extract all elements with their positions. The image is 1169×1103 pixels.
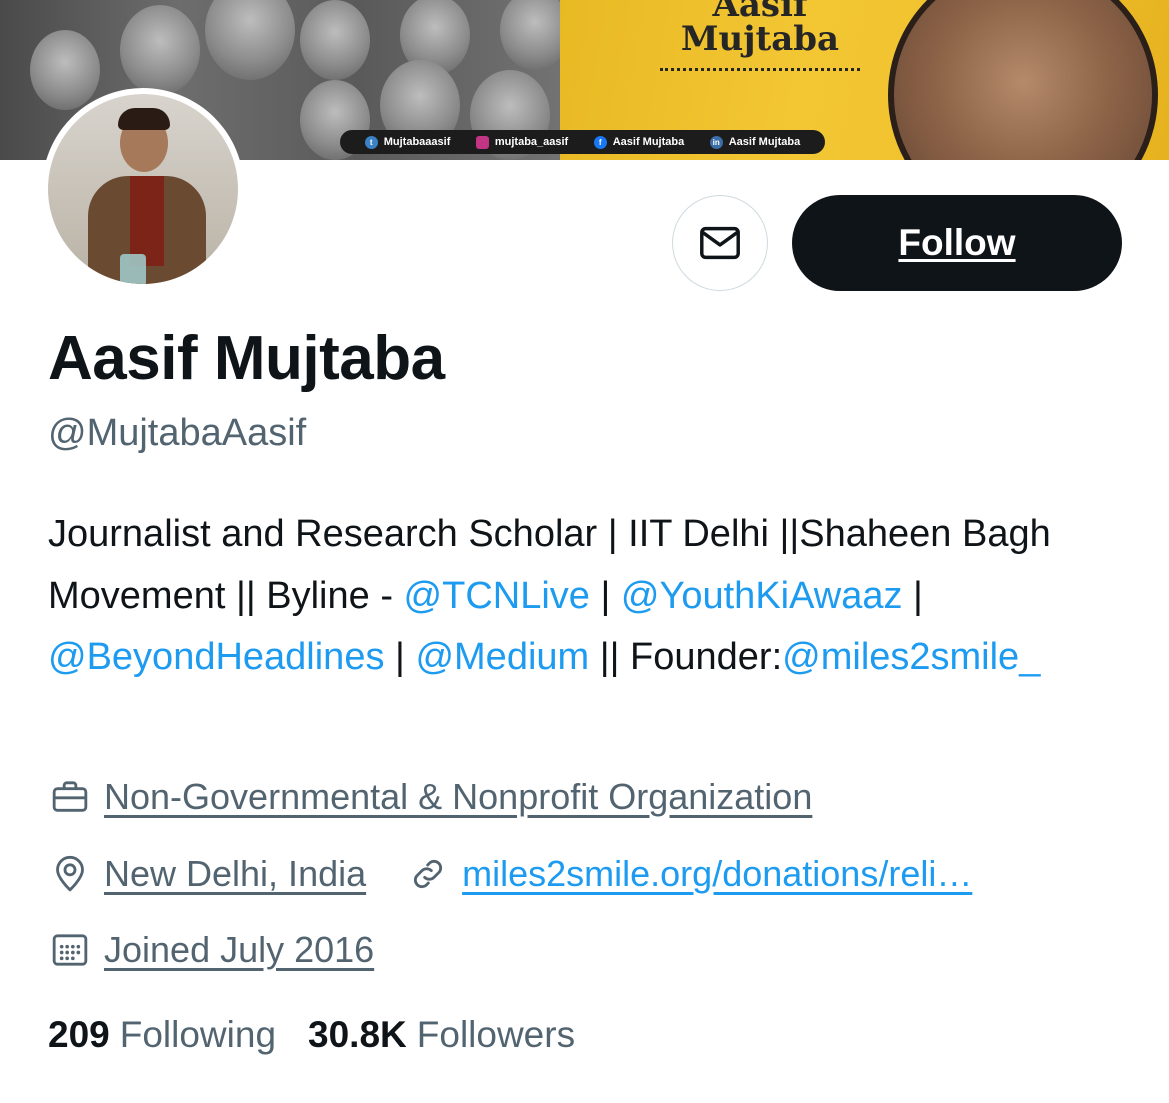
calendar-icon <box>48 928 92 972</box>
profile-website-link[interactable]: miles2smile.org/donations/reli… <box>462 853 972 895</box>
profile-stats: 209 Following 30.8K Followers <box>48 1014 575 1056</box>
banner-name-line2: Mujtaba <box>680 19 840 59</box>
mention-youthkiawaaz[interactable]: @YouthKiAwaaz <box>621 575 903 617</box>
banner-social-linkedin: in Aasif Mujtaba <box>709 135 800 149</box>
followers-count: 30.8K <box>308 1014 407 1055</box>
profile-avatar[interactable] <box>42 88 244 290</box>
followers-stat[interactable]: 30.8K Followers <box>308 1014 575 1056</box>
mail-icon <box>700 226 740 260</box>
mention-beyondheadlines[interactable]: @BeyondHeadlines <box>48 636 384 678</box>
banner-title: Aasif Mujtaba <box>640 0 880 56</box>
display-name: Aasif Mujtaba <box>48 324 445 393</box>
website-item: miles2smile.org/donations/reli… <box>406 852 972 896</box>
following-stat[interactable]: 209 Following <box>48 1014 276 1056</box>
twitter-icon: t <box>364 135 378 149</box>
facebook-icon: f <box>593 135 607 149</box>
banner-portrait-illustration <box>888 0 1158 160</box>
profile-bio: Journalist and Research Scholar | IIT De… <box>48 513 1051 678</box>
banner-social-facebook: f Aasif Mujtaba <box>593 135 684 149</box>
banner-social-bar: t Mujtabaaasif mujtaba_aasif f Aasif Muj… <box>340 130 825 154</box>
profile-joined-date: Joined July 2016 <box>104 929 375 970</box>
message-button[interactable] <box>672 195 768 291</box>
banner-social-instagram: mujtaba_aasif <box>475 135 568 149</box>
briefcase-icon <box>48 775 92 819</box>
following-label: Following <box>119 1014 277 1055</box>
linkedin-icon: in <box>709 135 723 149</box>
profile-joined-row: Joined July 2016 <box>48 928 374 972</box>
profile-category[interactable]: Non-Governmental & Nonprofit Organizatio… <box>104 776 812 818</box>
profile-category-row: Non-Governmental & Nonprofit Organizatio… <box>48 775 812 819</box>
followers-label: Followers <box>416 1014 576 1055</box>
user-handle: @MujtabaAasif <box>48 412 307 454</box>
mention-tcnlive[interactable]: @TCNLive <box>404 575 590 617</box>
avatar-photo <box>48 94 238 284</box>
location-pin-icon <box>48 852 92 896</box>
banner-social-twitter: t Mujtabaaasif <box>364 135 450 149</box>
instagram-icon <box>475 135 489 149</box>
banner-dotted-divider <box>660 68 860 71</box>
following-count: 209 <box>48 1014 110 1055</box>
location-item: New Delhi, India <box>48 852 366 896</box>
profile-location[interactable]: New Delhi, India <box>104 853 366 895</box>
profile-location-website-row: New Delhi, India miles2smile.org/donatio… <box>48 852 972 896</box>
mention-medium[interactable]: @Medium <box>415 636 589 678</box>
follow-button[interactable]: Follow <box>792 195 1122 291</box>
mention-miles2smile[interactable]: @miles2smile_ <box>782 636 1040 678</box>
link-icon <box>406 852 450 896</box>
